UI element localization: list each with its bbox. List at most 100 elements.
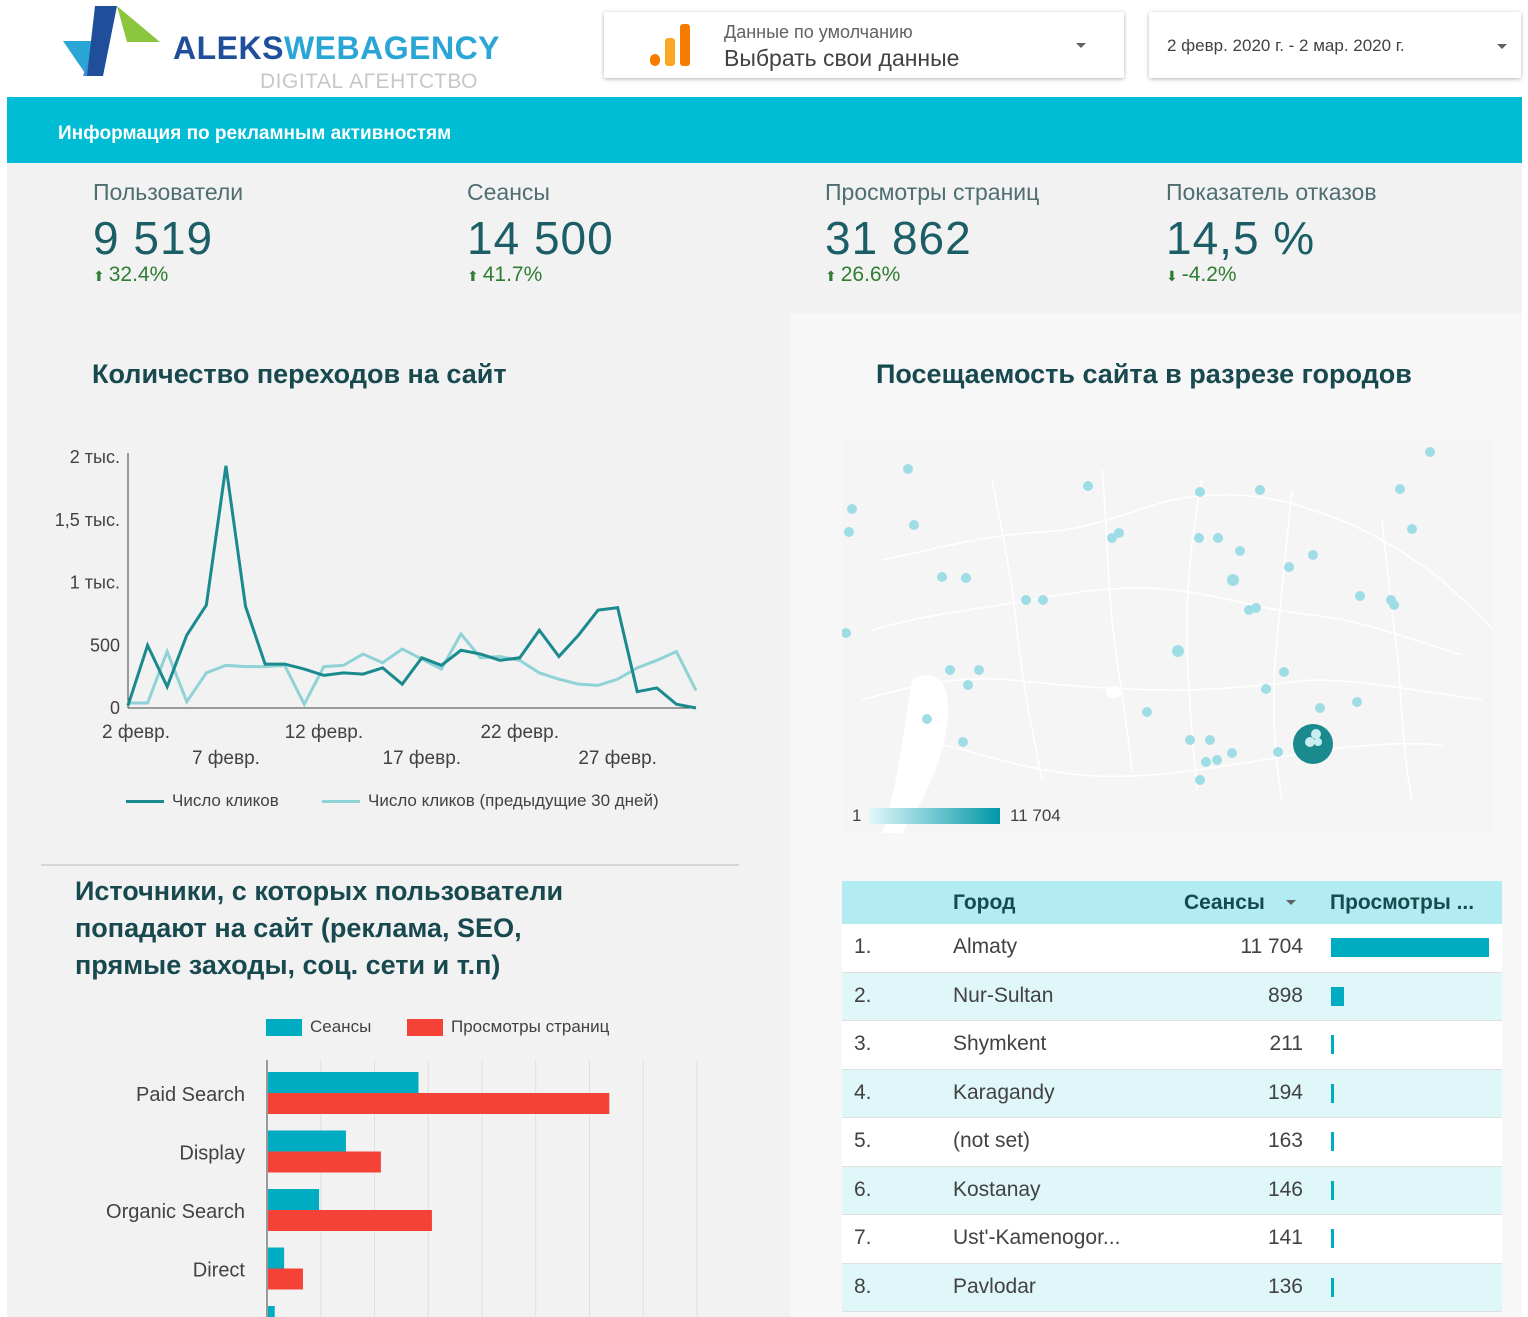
arrow-up-icon: ⬆ (467, 268, 479, 284)
row-pageviews-bar (1331, 1132, 1334, 1151)
row-rank: 5. (854, 1129, 872, 1152)
row-rank: 3. (854, 1032, 872, 1055)
table-row[interactable]: 6. Kostanay 146 (842, 1166, 1502, 1215)
row-city: Kostanay (953, 1177, 1041, 1201)
agency-logo[interactable]: ALEKSWEBAGENCY DIGITAL АГЕНТСТВО (55, 6, 500, 94)
data-source-choose-label: Выбрать свои данные (724, 45, 960, 71)
legend-pageviews[interactable]: Просмотры страниц (407, 1017, 609, 1037)
row-sessions: 146 (1267, 1177, 1303, 1201)
bar-pageviews[interactable] (268, 1151, 381, 1173)
kpi-label: Показатель отказов (1166, 179, 1377, 205)
arrow-down-icon: ⬇ (1166, 268, 1178, 284)
kpi-label: Просмотры страниц (825, 179, 1040, 205)
header-pageviews[interactable]: Просмотры ... (1330, 891, 1474, 915)
legend-sessions[interactable]: Сеансы (266, 1017, 371, 1037)
y-tick-label: 0 (110, 698, 120, 718)
legend-swatch (407, 1018, 443, 1036)
section-banner: Информация по рекламным активностям (7, 97, 1522, 163)
bar-chart[interactable]: Paid Search Display Organic Search Direct (40, 1060, 730, 1317)
logo-mark-icon (63, 6, 160, 76)
row-rank: 2. (854, 983, 872, 1007)
row-pageviews-bar (1331, 1229, 1334, 1248)
kpi-delta: ⬆ 41.7% (467, 263, 543, 286)
row-sessions: 194 (1267, 1080, 1303, 1104)
category-label: Display (179, 1143, 245, 1165)
x-tick-label: 27 февр. (578, 748, 657, 769)
table-row[interactable]: 8. Pavlodar 136 (842, 1263, 1502, 1312)
row-sessions: 141 (1267, 1226, 1303, 1249)
row-rank: 7. (854, 1226, 872, 1249)
category-label: Paid Search (136, 1084, 245, 1106)
kpi-strip: Пользователи 9 519 ⬆ 32.4% Сеансы 14 500 … (7, 163, 1522, 313)
kpi-label: Сеансы (467, 179, 550, 205)
bar-sessions[interactable] (268, 1189, 320, 1210)
table-row[interactable]: 7. Ust'-Kamenogor... 141 (842, 1215, 1502, 1264)
category-label: Organic Search (106, 1201, 245, 1223)
kpi-value: 9 519 (93, 212, 214, 264)
row-pageviews-bar (1331, 986, 1345, 1006)
data-source-default-label: Данные по умолчанию (724, 22, 913, 42)
map-title: Посещаемость сайта в разрезе городов (876, 359, 1412, 389)
row-sessions: 163 (1267, 1129, 1303, 1152)
legend-previous[interactable]: Число кликов (предыдущие 30 дней) (322, 791, 659, 811)
row-city: Karagandy (953, 1080, 1055, 1104)
row-city: (not set) (953, 1129, 1031, 1152)
date-range-picker[interactable]: 2 февр. 2020 г. - 2 мар. 2020 г. (1149, 12, 1521, 78)
logo-title: ALEKSWEBAGENCY (173, 30, 501, 66)
row-pageviews-bar (1331, 938, 1489, 957)
row-city: Pavlodar (953, 1274, 1036, 1298)
row-sessions: 11 704 (1240, 935, 1303, 958)
kpi-sessions[interactable]: Сеансы 14 500 ⬆ 41.7% (467, 179, 614, 287)
legend-current[interactable]: Число кликов (126, 791, 279, 811)
row-city: Shymkent (953, 1032, 1047, 1055)
kpi-bounce-rate[interactable]: Показатель отказов 14,5 % ⬇ -4.2% (1166, 179, 1377, 287)
category-label: Direct (193, 1260, 246, 1282)
map-canvas (842, 447, 1493, 833)
table-row[interactable]: 5. (not set) 163 (842, 1118, 1502, 1167)
row-rank: 6. (854, 1177, 872, 1201)
banner-title: Информация по рекламным активностям (58, 123, 452, 144)
sort-desc-icon[interactable] (1286, 900, 1296, 905)
data-source-selector[interactable]: Данные по умолчанию Выбрать свои данные (604, 12, 1124, 78)
legend-swatch (266, 1018, 302, 1036)
row-sessions: 898 (1267, 983, 1303, 1007)
x-tick-label: 12 февр. (285, 722, 364, 743)
scale-max-label: 11 704 (1010, 806, 1061, 825)
y-tick-label: 1 тыс. (70, 573, 120, 593)
line-chart[interactable]: 0 500 1 тыс. 1,5 тыс. 2 тыс. 2 февр. 12 февр. 2… (40, 440, 720, 780)
kpi-delta: ⬇ -4.2% (1166, 263, 1237, 286)
chevron-down-icon (1497, 44, 1507, 49)
row-sessions: 211 (1269, 1032, 1303, 1055)
row-rank: 4. (854, 1080, 872, 1104)
row-pageviews-bar (1331, 1277, 1334, 1297)
row-city: Nur-Sultan (953, 983, 1054, 1007)
kpi-value: 31 862 (825, 212, 972, 264)
kpi-users[interactable]: Пользователи 9 519 ⬆ 32.4% (93, 179, 243, 287)
table-row[interactable]: 4. Karagandy 194 (842, 1069, 1502, 1118)
row-city: Ust'-Kamenogor... (953, 1226, 1121, 1249)
table-row[interactable]: 3. Shymkent 211 (842, 1021, 1502, 1070)
bar-chart-title: Источники, с которых пользователи попада… (75, 876, 564, 980)
table-row[interactable]: 2. Nur-Sultan 898 (842, 972, 1502, 1021)
kpi-pageviews[interactable]: Просмотры страниц 31 862 ⬆ 26.6% (825, 179, 1039, 287)
bar-pageviews[interactable] (268, 1268, 303, 1290)
scale-min-label: 1 (852, 806, 862, 825)
line-chart-title: Количество переходов на сайт (92, 359, 507, 389)
bar-sessions[interactable] (268, 1130, 346, 1152)
header-sessions[interactable]: Сеансы (1184, 891, 1265, 915)
legend-swatch (126, 799, 164, 803)
kpi-label: Пользователи (93, 179, 244, 205)
bar-pageviews[interactable] (268, 1210, 432, 1231)
bar-sessions[interactable] (268, 1247, 285, 1269)
geo-map[interactable]: 1 11 704 (842, 440, 1493, 833)
bar-sessions[interactable] (268, 1306, 275, 1317)
arrow-up-icon: ⬆ (93, 268, 105, 284)
bar-sessions[interactable] (268, 1072, 419, 1093)
table-body: 1. Almaty 11 704 2. Nur-Sultan 898 3. Shymkent 2… (842, 924, 1502, 1312)
row-pageviews-bar (1331, 1035, 1334, 1054)
x-tick-label: 7 февр. (192, 748, 260, 769)
table-row[interactable]: 1. Almaty 11 704 (842, 924, 1502, 973)
header-city[interactable]: Город (953, 891, 1015, 915)
bar-pageviews[interactable] (268, 1093, 610, 1114)
row-rank: 1. (854, 935, 872, 958)
